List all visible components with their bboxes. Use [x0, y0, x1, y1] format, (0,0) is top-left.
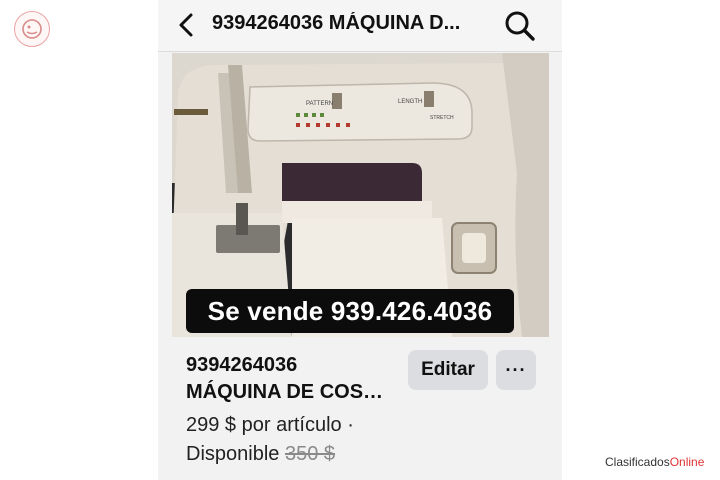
watermark-accent: Online: [669, 455, 705, 469]
chevron-left-icon: [179, 13, 193, 37]
page-title: 9394264036 MÁQUINA D...: [212, 12, 461, 34]
edit-button[interactable]: Editar: [408, 350, 488, 390]
length-label: LENGTH: [398, 99, 422, 105]
search-icon: [505, 11, 535, 41]
original-price: 350 $: [284, 443, 336, 465]
mobile-screen: 9394264036 MÁQUINA D... PATTERN LENGTH S…: [158, 0, 562, 480]
listing-title-line2: MÁQUINA DE COS…: [186, 381, 384, 403]
pattern-label: PATTERN: [306, 101, 333, 107]
price-text: 299 $ por artículo ·: [186, 414, 354, 436]
back-button[interactable]: [172, 10, 200, 40]
search-button[interactable]: [502, 8, 538, 44]
stretch-label: STRETCH: [430, 115, 454, 121]
more-options-button[interactable]: ···: [496, 350, 536, 390]
listing-title: 9394264036 MÁQUINA DE COS…: [186, 352, 396, 406]
listing-photo[interactable]: PATTERN LENGTH STRETCH Se vende 939.426.…: [172, 53, 549, 337]
watermark-prefix: Clasificados: [605, 455, 670, 469]
logo-icon: [22, 19, 42, 39]
watermark: ClasificadosOnline: [605, 455, 704, 469]
availability-line: Disponible 350 $: [186, 441, 526, 468]
photo-caption: Se vende 939.426.4036: [186, 289, 514, 333]
site-logo: [14, 11, 50, 47]
top-bar: 9394264036 MÁQUINA D...: [158, 0, 562, 52]
listing-title-line1: 9394264036: [186, 354, 298, 376]
availability-status: Disponible: [186, 443, 280, 465]
